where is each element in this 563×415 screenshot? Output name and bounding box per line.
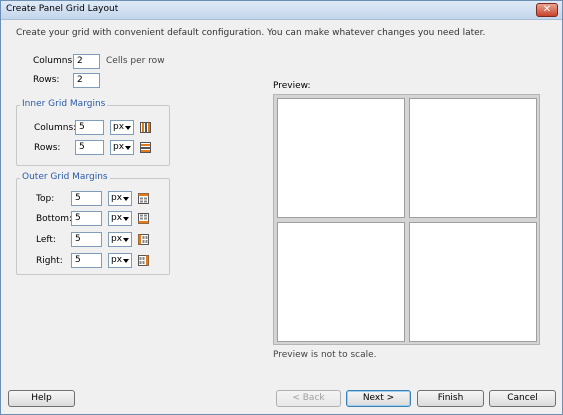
outer-bottom-input[interactable]: 5 xyxy=(71,211,102,226)
outer-right-input[interactable]: 5 xyxy=(71,253,102,268)
columns-input[interactable]: 2 xyxy=(73,54,100,69)
preview-panel xyxy=(273,94,540,345)
left-margin-icon[interactable] xyxy=(138,234,149,245)
chevron-down-icon xyxy=(123,217,129,221)
help-button[interactable]: Help xyxy=(8,390,75,407)
outer-top-unit-value: px xyxy=(111,193,123,203)
row-margin-icon[interactable] xyxy=(140,142,151,153)
outer-margins-title: Outer Grid Margins xyxy=(20,172,110,182)
outer-right-label: Right: xyxy=(36,256,63,266)
chevron-down-icon xyxy=(125,146,131,150)
inner-rows-label: Rows: xyxy=(34,143,61,153)
cells-hint: Cells per row xyxy=(106,56,165,66)
inner-rows-unit-value: px xyxy=(113,142,125,152)
chevron-down-icon xyxy=(123,238,129,242)
inner-columns-unit-select[interactable]: px xyxy=(110,120,134,135)
preview-cell xyxy=(277,222,405,342)
chevron-down-icon xyxy=(123,259,129,263)
outer-left-label: Left: xyxy=(36,235,56,245)
outer-left-unit-value: px xyxy=(111,234,123,244)
title-bar[interactable]: Create Panel Grid Layout ✕ xyxy=(1,1,562,20)
inner-margins-title: Inner Grid Margins xyxy=(20,99,108,109)
inner-columns-unit-value: px xyxy=(113,122,125,132)
dialog-window: Create Panel Grid Layout ✕ Create your g… xyxy=(0,0,563,415)
inner-columns-input[interactable]: 5 xyxy=(75,120,104,135)
outer-top-input[interactable]: 5 xyxy=(71,191,102,206)
chevron-down-icon xyxy=(125,126,131,130)
inner-columns-label: Columns: xyxy=(34,123,77,133)
intro-text: Create your grid with convenient default… xyxy=(16,28,486,38)
top-margin-icon[interactable] xyxy=(138,193,149,204)
outer-right-unit-select[interactable]: px xyxy=(108,253,132,268)
outer-bottom-unit-value: px xyxy=(111,213,123,223)
preview-cell xyxy=(409,98,537,218)
rows-input[interactable]: 2 xyxy=(73,73,100,88)
window-title: Create Panel Grid Layout xyxy=(6,4,119,14)
inner-rows-unit-select[interactable]: px xyxy=(110,140,134,155)
outer-top-label: Top: xyxy=(36,194,55,204)
preview-cell xyxy=(409,222,537,342)
bottom-margin-icon[interactable] xyxy=(138,213,149,224)
column-margin-icon[interactable] xyxy=(140,122,151,133)
right-margin-icon[interactable] xyxy=(138,255,149,266)
rows-label: Rows: xyxy=(33,75,60,85)
next-button[interactable]: Next > xyxy=(346,390,411,407)
close-button[interactable]: ✕ xyxy=(536,3,558,17)
cancel-button[interactable]: Cancel xyxy=(489,390,556,407)
preview-label: Preview: xyxy=(273,81,311,91)
outer-left-unit-select[interactable]: px xyxy=(108,232,132,247)
inner-rows-input[interactable]: 5 xyxy=(75,140,104,155)
chevron-down-icon xyxy=(123,197,129,201)
outer-top-unit-select[interactable]: px xyxy=(108,191,132,206)
outer-left-input[interactable]: 5 xyxy=(71,232,102,247)
preview-cell xyxy=(277,98,405,218)
inner-margins-group xyxy=(16,105,170,166)
outer-bottom-unit-select[interactable]: px xyxy=(108,211,132,226)
finish-button[interactable]: Finish xyxy=(417,390,484,407)
back-button[interactable]: < Back xyxy=(276,390,341,407)
outer-bottom-label: Bottom: xyxy=(36,214,73,224)
preview-note: Preview is not to scale. xyxy=(273,350,377,360)
outer-right-unit-value: px xyxy=(111,255,123,265)
columns-label: Columns: xyxy=(33,56,76,66)
